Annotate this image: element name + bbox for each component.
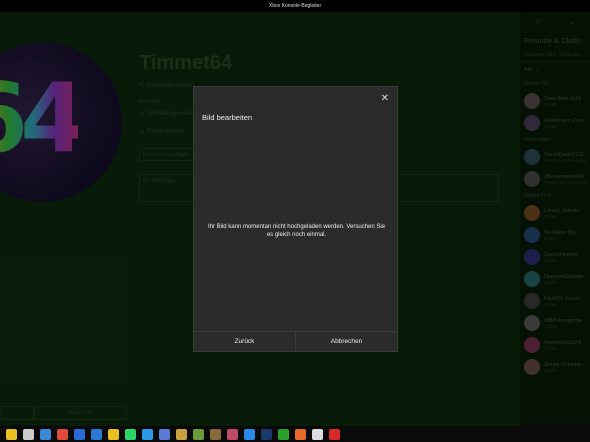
mail-icon[interactable]	[91, 428, 102, 440]
explorer-icon[interactable]	[176, 428, 187, 440]
bird-icon[interactable]	[40, 428, 51, 440]
xbox-icon[interactable]	[278, 428, 289, 440]
window-title-bar: Xbox Konsole-Begleiter	[0, 0, 590, 12]
minecraft2-icon[interactable]	[210, 428, 221, 440]
edit-image-dialog: ✕ Bild bearbeiten Ihr Bild kann momentan…	[193, 86, 398, 352]
film-icon[interactable]	[312, 428, 323, 440]
calendar-icon[interactable]	[74, 428, 85, 440]
ie-icon[interactable]	[159, 428, 170, 440]
back-button[interactable]: Zurück	[194, 332, 295, 351]
edge-icon[interactable]	[244, 428, 255, 440]
dialog-title: Bild bearbeiten	[202, 113, 253, 122]
dialog-buttons: Zurück Abbrechen	[194, 331, 397, 351]
store-icon[interactable]	[108, 428, 119, 440]
app-icon[interactable]	[227, 428, 238, 440]
red-icon[interactable]	[329, 428, 340, 440]
window-title: Xbox Konsole-Begleiter	[268, 3, 322, 9]
norton-icon[interactable]	[6, 428, 17, 440]
firefox-icon[interactable]	[295, 428, 306, 440]
dialog-cancel-button[interactable]: Abbrechen	[295, 332, 397, 351]
steam-icon[interactable]	[261, 428, 272, 440]
whatsapp-icon[interactable]	[125, 428, 136, 440]
dialog-message: Ihr Bild kann momentan nicht hochgeladen…	[207, 224, 386, 238]
chrome-icon[interactable]	[57, 428, 68, 440]
telegram-icon[interactable]	[142, 428, 153, 440]
taskbar	[0, 426, 590, 442]
close-icon[interactable]: ✕	[381, 93, 389, 104]
sword-icon[interactable]	[23, 428, 34, 440]
minecraft-icon[interactable]	[193, 428, 204, 440]
